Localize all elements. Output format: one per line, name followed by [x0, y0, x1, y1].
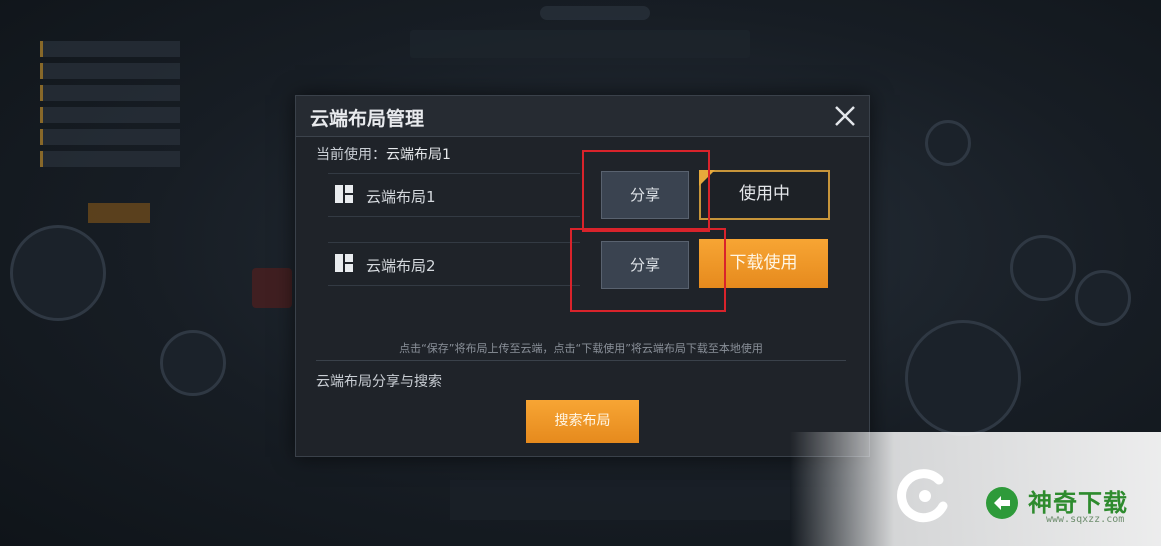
close-button[interactable] [829, 100, 861, 132]
watermark-name: 神奇下载 [1028, 489, 1128, 517]
watermark-url: www.sqxzz.com [1046, 514, 1125, 525]
top-indicator [540, 6, 650, 20]
hint-text: 点击“保存”将布局上传至云端，点击“下载使用”将云端布局下载至本地使用 [316, 340, 846, 361]
action-button [1010, 235, 1076, 301]
layout-grid-icon [335, 254, 353, 272]
layout-row-2[interactable]: 云端布局2 [328, 242, 580, 286]
highlight-box-share-1 [582, 150, 710, 232]
layout-grid-icon [335, 185, 353, 203]
close-icon [835, 106, 855, 126]
dialog-title: 云端布局管理 [310, 108, 425, 130]
list-item [40, 129, 180, 145]
layout-name: 云端布局2 [366, 257, 436, 275]
bottom-bar-blurred [450, 480, 790, 520]
blurred-orange-button [88, 203, 150, 223]
layout-name: 云端布局1 [366, 188, 436, 206]
share-search-section-title: 云端布局分享与搜索 [316, 374, 442, 390]
left-joystick [10, 225, 106, 321]
list-item [40, 151, 180, 167]
top-toolbar-blurred [410, 30, 750, 58]
fire-button [905, 320, 1021, 436]
action-button [925, 120, 971, 166]
list-item [40, 85, 180, 101]
list-item [40, 63, 180, 79]
watermark-logo-icon [897, 469, 948, 523]
action-button [160, 330, 226, 396]
dialog-header: 云端布局管理 [296, 96, 869, 137]
search-layout-button[interactable]: 搜索布局 [526, 400, 639, 443]
watermark-brand-icon [986, 487, 1018, 519]
highlight-box-share-2 [570, 228, 726, 312]
in-use-button[interactable]: 使用中 [699, 170, 830, 220]
blurred-red-button [252, 268, 292, 308]
left-settings-list-blurred [40, 35, 180, 173]
current-label: 当前使用： [316, 147, 386, 163]
action-button [1075, 270, 1131, 326]
layout-row-1[interactable]: 云端布局1 [328, 173, 580, 217]
list-item [40, 107, 180, 123]
current-layout-line: 当前使用：云端布局1 [316, 144, 451, 164]
list-item [40, 41, 180, 57]
current-value: 云端布局1 [386, 147, 451, 163]
